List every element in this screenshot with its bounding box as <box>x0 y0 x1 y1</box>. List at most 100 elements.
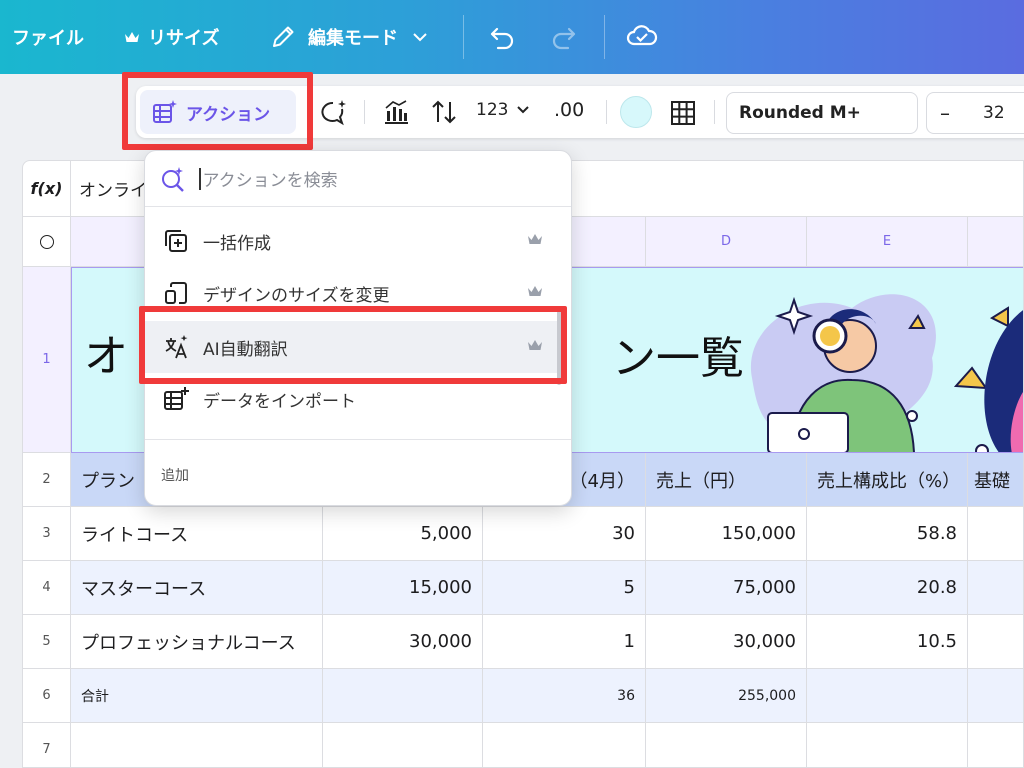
table-cell[interactable]: 15,000 <box>323 561 483 615</box>
font-family-select[interactable]: Rounded M+ <box>726 92 918 134</box>
table-cell[interactable]: 58.8 <box>807 507 968 561</box>
table-cell[interactable] <box>968 669 1023 723</box>
row-header-4[interactable]: 4 <box>23 561 71 615</box>
table-cell[interactable]: マスターコース <box>71 561 323 615</box>
divider <box>145 439 571 440</box>
total-count: 36 <box>617 687 635 704</box>
table-cell[interactable] <box>968 507 1023 561</box>
divider <box>364 100 365 124</box>
comment-sparkle-icon[interactable] <box>318 98 348 128</box>
number-format-label: 123 <box>476 100 509 120</box>
font-size-control: – 32 <box>926 92 1024 134</box>
font-size-input[interactable]: 32 <box>983 103 1005 123</box>
person-illustration <box>750 294 1023 452</box>
sort-icon[interactable] <box>430 98 458 126</box>
number-format-button[interactable]: 123 <box>476 100 530 120</box>
header-sales-cell[interactable]: 売上（円） <box>646 453 807 507</box>
table-cell[interactable]: 36 <box>483 669 646 723</box>
resize-button[interactable]: リサイズ <box>124 0 219 74</box>
highlight-box-action <box>122 72 313 150</box>
ratio-value: 20.8 <box>916 577 957 598</box>
column-header-f[interactable] <box>968 217 1023 267</box>
header-count: （4月） <box>569 470 635 492</box>
search-placeholder: アクションを検索 <box>202 171 338 191</box>
table-cell[interactable]: 150,000 <box>646 507 807 561</box>
price-value: 30,000 <box>409 631 472 652</box>
undo-icon[interactable] <box>488 23 516 51</box>
edit-mode-button[interactable]: 編集モード <box>270 0 440 74</box>
table-cell[interactable] <box>807 669 968 723</box>
total-label: 合計 <box>81 688 109 705</box>
count-value: 5 <box>623 577 635 598</box>
decimal-button[interactable]: .00 <box>554 99 584 121</box>
table-cell[interactable]: 255,000 <box>646 669 807 723</box>
divider <box>463 15 464 59</box>
row-header-2[interactable]: 2 <box>23 453 71 507</box>
bulk-create-icon <box>165 230 187 252</box>
header-ratio: 売上構成比（%） <box>817 470 961 492</box>
row-header-3[interactable]: 3 <box>23 507 71 561</box>
table-cell[interactable] <box>483 723 646 767</box>
sales-value: 75,000 <box>733 577 796 598</box>
table-cell[interactable]: ライトコース <box>71 507 323 561</box>
cloud-saved-icon[interactable] <box>626 22 658 52</box>
sales-value: 30,000 <box>733 631 796 652</box>
header-ratio-cell[interactable]: 売上構成比（%） <box>807 453 968 507</box>
formula-input[interactable]: オンライ <box>71 176 147 201</box>
row-header-7[interactable]: 7 <box>23 723 71 767</box>
plan-name: プロフェッショナルコース <box>81 632 296 654</box>
table-cell[interactable]: 1 <box>483 615 646 669</box>
table-cell[interactable]: 5 <box>483 561 646 615</box>
header-base: 基礎 <box>974 470 1010 492</box>
plan-name: ライトコース <box>81 524 189 546</box>
table-cell[interactable]: 75,000 <box>646 561 807 615</box>
table-cell[interactable] <box>323 669 483 723</box>
resize-design-icon <box>165 282 187 304</box>
cell-color-swatch[interactable] <box>620 96 652 128</box>
table-cell[interactable]: 20.8 <box>807 561 968 615</box>
table-cell[interactable] <box>968 615 1023 669</box>
table-grid-icon[interactable] <box>670 100 696 126</box>
top-bar: ファイル リサイズ 編集モード <box>0 0 1024 74</box>
table-cell[interactable] <box>71 723 323 767</box>
plan-name: マスターコース <box>81 578 207 600</box>
crown-icon <box>528 286 542 296</box>
table-cell[interactable]: 30,000 <box>323 615 483 669</box>
row-header-6[interactable]: 6 <box>23 669 71 723</box>
pencil-icon <box>273 26 294 47</box>
table-cell[interactable] <box>323 723 483 767</box>
divider <box>604 15 605 59</box>
action-search-field[interactable]: アクションを検索 <box>145 151 571 207</box>
total-sales: 255,000 <box>738 687 796 704</box>
divider <box>606 100 607 124</box>
chevron-down-icon <box>413 33 427 42</box>
table-cell[interactable]: プロフェッショナルコース <box>71 615 323 669</box>
table-cell[interactable] <box>807 723 968 767</box>
column-header-d[interactable]: D <box>646 217 807 267</box>
table-cell[interactable]: 10.5 <box>807 615 968 669</box>
add-section-label: 追加 <box>161 468 189 484</box>
price-value: 5,000 <box>420 523 472 544</box>
table-cell[interactable] <box>968 723 1023 767</box>
table-cell[interactable] <box>646 723 807 767</box>
table-cell[interactable]: 30 <box>483 507 646 561</box>
chart-icon[interactable] <box>382 98 410 126</box>
highlight-box-ai-translate <box>139 306 567 384</box>
header-base-cell[interactable]: 基礎 <box>968 453 1023 507</box>
row-header-1[interactable]: 1 <box>23 267 71 453</box>
ratio-value: 10.5 <box>916 631 957 652</box>
redo-icon[interactable] <box>550 23 578 51</box>
table-cell[interactable]: 30,000 <box>646 615 807 669</box>
column-header-e[interactable]: E <box>807 217 968 267</box>
table-cell[interactable]: 合計 <box>71 669 323 723</box>
select-all-button[interactable] <box>23 217 71 267</box>
menu-item-bulk-create[interactable]: 一括作成 <box>145 215 563 267</box>
table-cell[interactable]: 5,000 <box>323 507 483 561</box>
fx-label: f(x) <box>23 161 71 217</box>
search-sparkle-icon <box>162 166 184 192</box>
decrease-size-button[interactable]: – <box>927 101 963 125</box>
file-menu[interactable]: ファイル <box>12 0 84 74</box>
table-cell[interactable] <box>968 561 1023 615</box>
row-header-5[interactable]: 5 <box>23 615 71 669</box>
crown-icon <box>125 32 139 42</box>
